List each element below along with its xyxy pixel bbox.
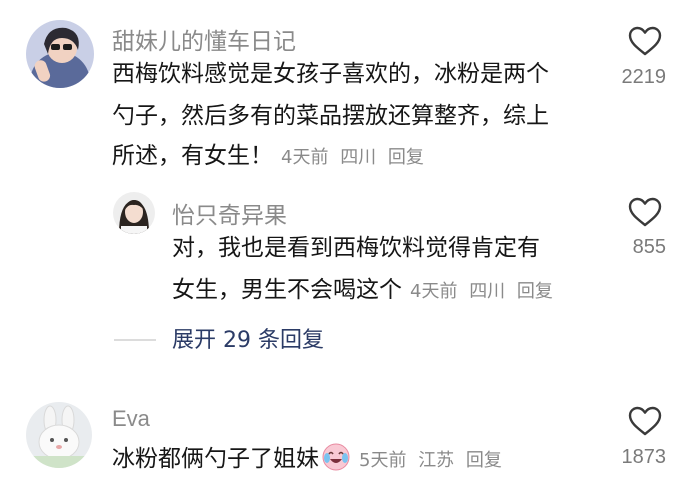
comment-meta: 4天前 四川 回复 xyxy=(281,147,424,168)
expand-divider xyxy=(114,339,156,341)
comment-text-tail: 女生，男生不会喝这个 xyxy=(172,277,402,303)
crying-laughing-emoji-icon xyxy=(321,442,351,472)
like-heart-icon[interactable] xyxy=(628,197,662,227)
comment-meta: 4天前 四川 回复 xyxy=(410,281,553,302)
comment-location: 江苏 xyxy=(418,450,455,471)
comment-location: 四川 xyxy=(469,281,506,302)
like-heart-icon[interactable] xyxy=(628,406,662,436)
comment-text-line: 冰粉都俩勺子了姐妹 5天前 江苏 回复 xyxy=(112,442,502,478)
user-avatar-sunglasses-icon[interactable] xyxy=(26,20,94,88)
reply-button[interactable]: 回复 xyxy=(388,147,424,168)
comment-time: 4天前 xyxy=(281,147,329,168)
comment-text-tail: 所述，有女生！ xyxy=(112,143,273,169)
comment-username[interactable]: Eva xyxy=(112,406,150,432)
comment-username[interactable]: 怡只奇异果 xyxy=(172,196,287,230)
comment-text-line: 对，我也是看到西梅饮料觉得肯定有 xyxy=(172,235,540,261)
comment-text-line: 勺子，然后多有的菜品摆放还算整齐，综上 xyxy=(112,103,549,129)
reply-button[interactable]: 回复 xyxy=(466,450,502,471)
comment-text-line: 西梅饮料感觉是女孩子喜欢的，冰粉是两个 xyxy=(112,61,549,87)
user-avatar-rabbit-icon[interactable] xyxy=(26,402,92,468)
like-heart-icon[interactable] xyxy=(628,26,662,56)
expand-replies-button[interactable]: 展开 29 条回复 xyxy=(172,322,324,354)
user-avatar-girl-icon[interactable] xyxy=(113,192,155,234)
comment-username[interactable]: 甜妹儿的懂车日记 xyxy=(112,22,296,56)
like-count: 2219 xyxy=(621,66,667,88)
like-count: 855 xyxy=(632,236,666,258)
comment-section: 甜妹儿的懂车日记 西梅饮料感觉是女孩子喜欢的，冰粉是两个 勺子，然后多有的菜品摆… xyxy=(0,0,690,494)
comment-text-line: 女生，男生不会喝这个 4天前 四川 回复 xyxy=(172,273,553,309)
like-count: 1873 xyxy=(621,446,667,468)
comment-text-line: 所述，有女生！ 4天前 四川 回复 xyxy=(112,139,424,175)
comment-meta: 5天前 江苏 回复 xyxy=(359,450,502,471)
comment-location: 四川 xyxy=(340,147,377,168)
reply-button[interactable]: 回复 xyxy=(517,281,553,302)
comment-text: 冰粉都俩勺子了姐妹 xyxy=(112,446,319,472)
comment-time: 5天前 xyxy=(359,450,407,471)
comment-time: 4天前 xyxy=(410,281,458,302)
